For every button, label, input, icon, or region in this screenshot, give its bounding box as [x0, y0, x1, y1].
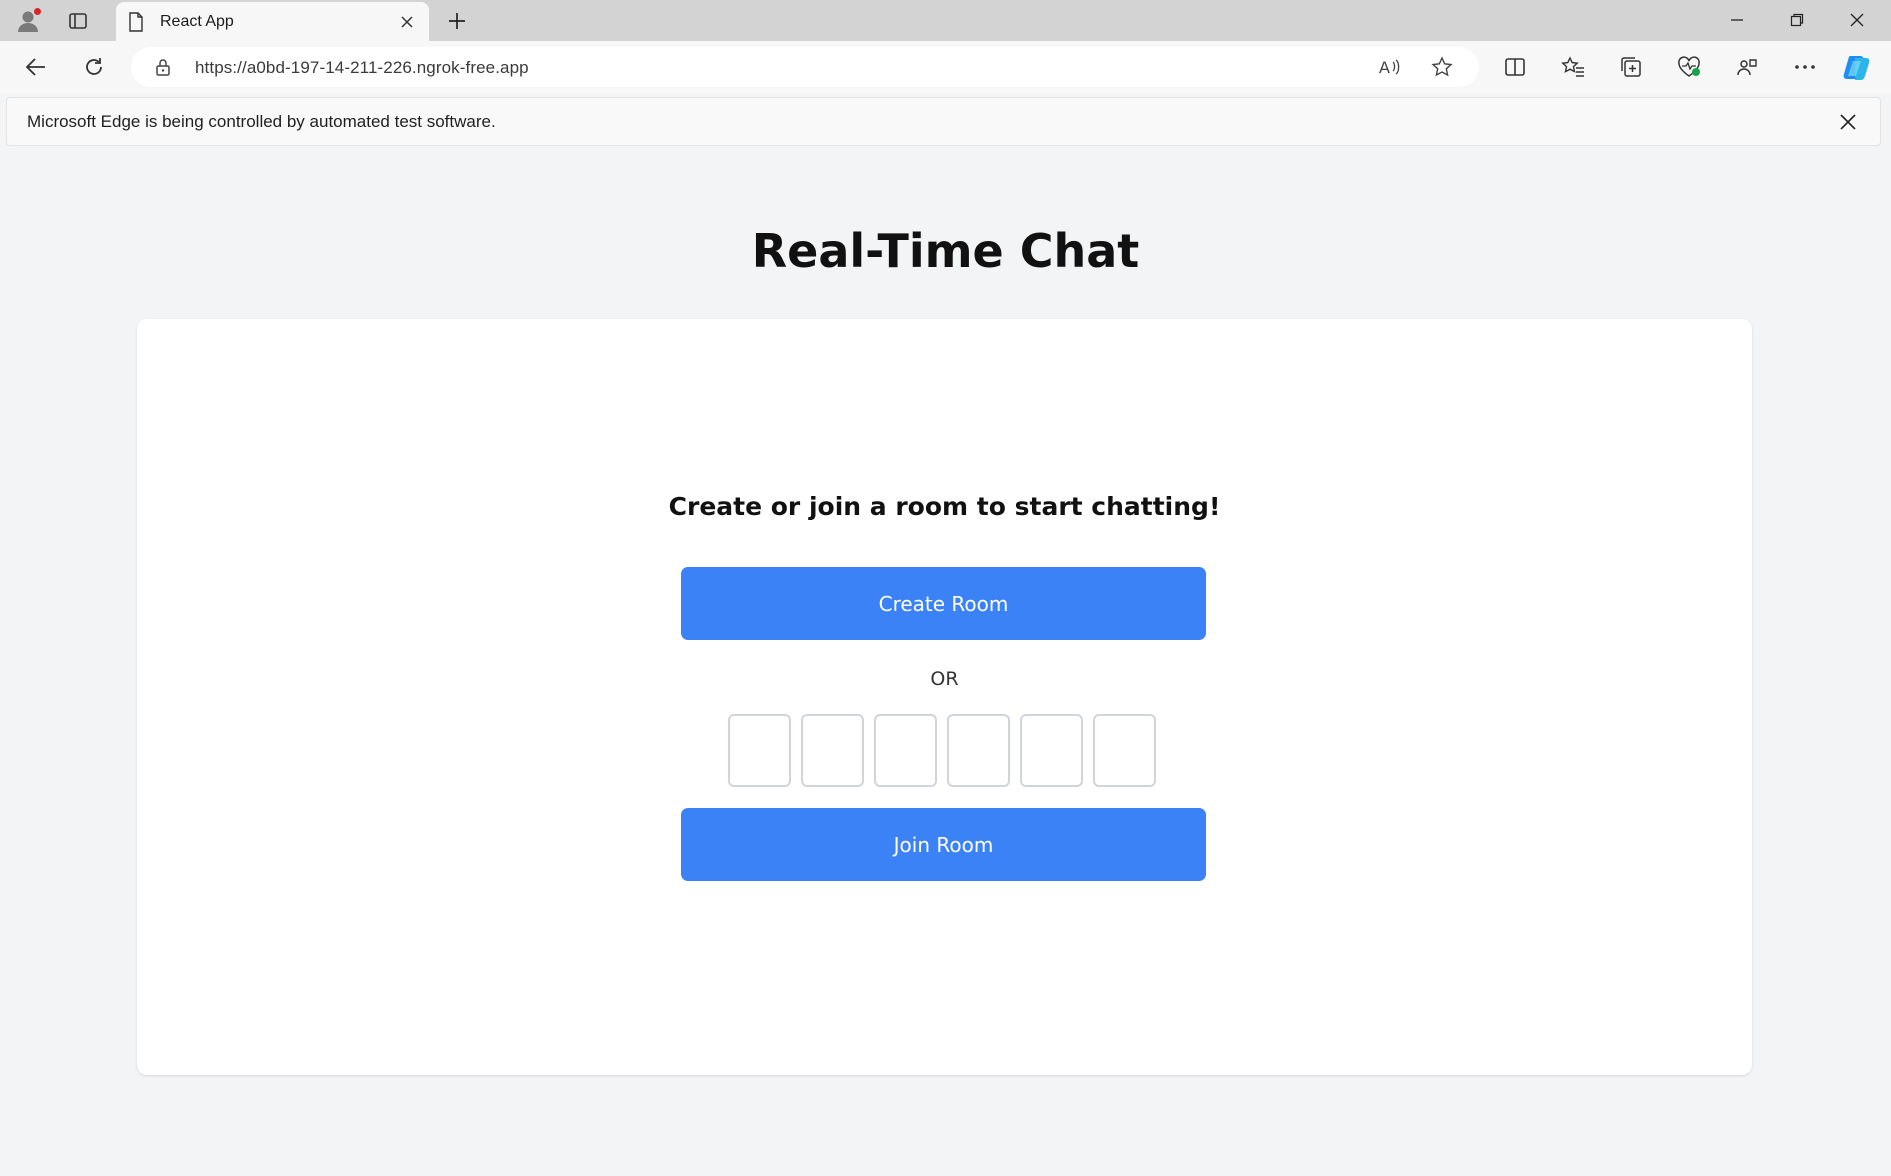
close-tab-icon[interactable]: [395, 10, 419, 34]
lock-icon[interactable]: [153, 57, 173, 77]
copilot-icon[interactable]: [1839, 49, 1875, 85]
room-code-digit-6[interactable]: [1093, 714, 1156, 787]
automation-infobar: Microsoft Edge is being controlled by au…: [6, 97, 1881, 146]
close-infobar-icon[interactable]: [1834, 108, 1862, 136]
address-bar[interactable]: https://a0bd-197-14-211-226.ngrok-free.a…: [131, 47, 1479, 87]
back-arrow-icon[interactable]: [18, 49, 54, 85]
close-window-icon[interactable]: [1827, 0, 1887, 40]
favorite-star-icon[interactable]: [1429, 55, 1455, 79]
extensions-icon[interactable]: [1729, 49, 1765, 85]
room-prompt: Create or join a room to start chatting!: [668, 492, 1221, 521]
more-options-icon[interactable]: [1787, 49, 1823, 85]
browser-toolbar: https://a0bd-197-14-211-226.ngrok-free.a…: [0, 41, 1891, 94]
url-text[interactable]: https://a0bd-197-14-211-226.ngrok-free.a…: [195, 58, 529, 78]
or-divider: OR: [930, 668, 959, 690]
svg-text:A: A: [1379, 58, 1390, 77]
room-code-digit-2[interactable]: [801, 714, 864, 787]
minimize-icon[interactable]: [1707, 0, 1767, 40]
tab-actions-icon[interactable]: [63, 6, 93, 36]
room-code-digit-5[interactable]: [1020, 714, 1083, 787]
favorites-icon[interactable]: [1555, 49, 1591, 85]
notification-dot: [34, 8, 41, 15]
scrollbar-track[interactable]: [1885, 150, 1891, 1174]
tab-strip: React App: [0, 0, 1891, 41]
room-code-digit-1[interactable]: [728, 714, 791, 787]
browser-window: React App https://a0bd-197-14-211-226.ng…: [0, 0, 1891, 1176]
collections-icon[interactable]: [1613, 49, 1649, 85]
infobar-message: Microsoft Edge is being controlled by au…: [27, 112, 496, 131]
reload-icon[interactable]: [76, 49, 112, 85]
read-aloud-icon[interactable]: A: [1377, 55, 1403, 79]
room-code-digit-3[interactable]: [874, 714, 937, 787]
room-card: Create or join a room to start chatting!…: [137, 319, 1752, 1075]
join-room-button[interactable]: Join Room: [681, 808, 1206, 881]
new-tab-icon[interactable]: [442, 6, 472, 36]
page-title: Real-Time Chat: [751, 224, 1140, 278]
create-room-button[interactable]: Create Room: [681, 567, 1206, 640]
room-code-digit-4[interactable]: [947, 714, 1010, 787]
browser-essentials-icon[interactable]: [1671, 49, 1707, 85]
page-icon: [126, 11, 146, 32]
page-viewport: Real-Time Chat Create or join a room to …: [6, 150, 1885, 1174]
restore-icon[interactable]: [1767, 0, 1827, 40]
tab-react-app[interactable]: React App: [116, 2, 429, 41]
tab-title: React App: [160, 12, 234, 30]
split-screen-icon[interactable]: [1497, 49, 1533, 85]
profile-avatar-icon[interactable]: [13, 6, 43, 36]
